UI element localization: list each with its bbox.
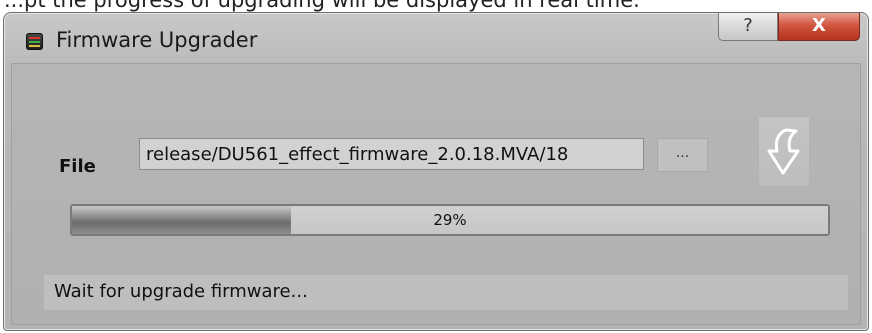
close-button[interactable]: X [778, 13, 860, 41]
status-text: Wait for upgrade firmware... [54, 281, 308, 302]
upgrade-progress-bar: 29% [70, 204, 830, 236]
help-button[interactable]: ? [718, 13, 778, 41]
close-icon: X [812, 15, 826, 36]
background-document-text: ...pt the progress of upgrading will be … [4, 0, 640, 12]
upgrade-arrow-icon [767, 128, 800, 175]
upgrade-button[interactable] [758, 116, 810, 187]
firmware-upgrader-window: Firmware Upgrader ? X File ... [3, 12, 869, 331]
screenshot: ...pt the progress of upgrading will be … [0, 0, 872, 333]
caption-buttons: ? X [718, 13, 860, 41]
window-title: Firmware Upgrader [56, 28, 258, 52]
dialog-body: File ... 29% Wait for upgrade firmware..… [11, 63, 861, 325]
status-bar: Wait for upgrade firmware... [44, 275, 848, 310]
progress-percent-text: 29% [433, 211, 467, 229]
file-label: File [59, 156, 96, 177]
title-bar[interactable]: Firmware Upgrader ? X [4, 13, 868, 61]
app-icon [26, 33, 43, 50]
help-icon: ? [743, 15, 753, 36]
file-path-input[interactable] [139, 138, 644, 170]
browse-button[interactable]: ... [657, 138, 708, 172]
